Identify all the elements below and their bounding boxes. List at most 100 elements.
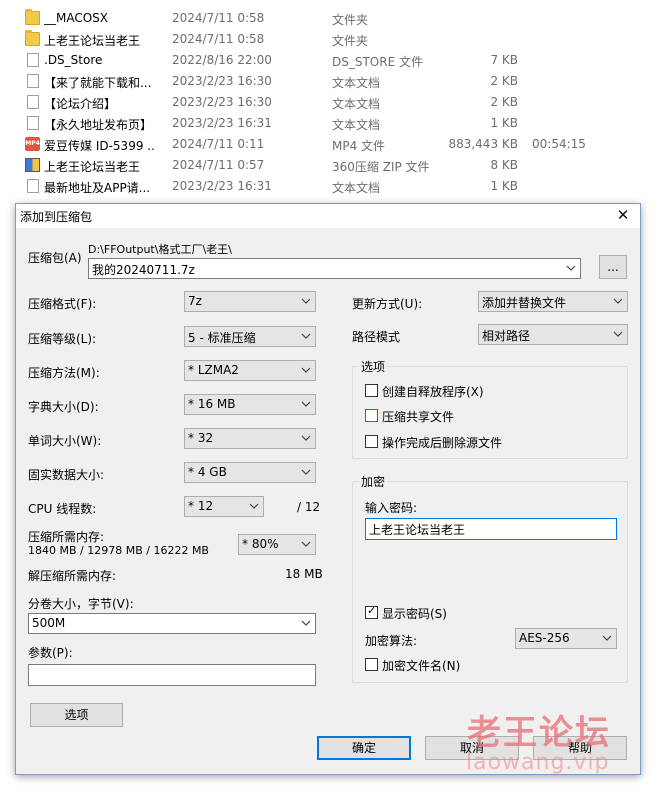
mem-percent-select[interactable]: * 80% bbox=[238, 534, 316, 555]
file-name: 最新地址及APP请... bbox=[44, 181, 151, 195]
chevron-down-icon bbox=[301, 617, 311, 629]
threads-value: * 12 bbox=[188, 499, 214, 513]
dict-value: * 16 MB bbox=[188, 397, 236, 411]
file-size: 1 KB bbox=[490, 179, 518, 193]
archive-name-combo[interactable]: 我的20240711.7z bbox=[88, 258, 581, 279]
file-date: 2023/2/23 16:31 bbox=[172, 179, 272, 193]
file-icon bbox=[27, 74, 39, 88]
algo-select[interactable]: AES-256 bbox=[515, 628, 617, 649]
file-date: 2023/2/23 16:31 bbox=[172, 116, 272, 130]
file-size: 7 KB bbox=[490, 53, 518, 67]
file-length: 00:54:15 bbox=[532, 137, 586, 151]
ok-button[interactable]: 确定 bbox=[317, 736, 411, 760]
chevron-down-icon bbox=[301, 364, 311, 376]
mp4-icon: MP4 bbox=[25, 137, 40, 151]
folder-icon bbox=[25, 9, 40, 25]
file-row[interactable]: MP4 爱豆传媒 ID-5399 ... 2024/7/11 0:11 MP4 … bbox=[0, 134, 655, 155]
file-size: 1 KB bbox=[490, 116, 518, 130]
mem-comp-label: 压缩所需内存: bbox=[28, 530, 105, 544]
method-value: * LZMA2 bbox=[188, 363, 239, 377]
dict-label: 字典大小(D): bbox=[28, 400, 99, 414]
watermark-text: 老王论坛 bbox=[467, 713, 611, 753]
chevron-down-icon bbox=[301, 538, 311, 550]
browse-button[interactable]: ... bbox=[599, 255, 627, 279]
file-type: 360压缩 ZIP 文件 bbox=[332, 160, 430, 174]
solid-label: 固实数据大小: bbox=[28, 468, 105, 482]
algo-value: AES-256 bbox=[519, 631, 570, 645]
file-date: 2023/2/23 16:30 bbox=[172, 95, 272, 109]
encryption-group-title: 加密 bbox=[359, 473, 388, 490]
word-select[interactable]: * 32 bbox=[184, 428, 316, 449]
split-value: 500M bbox=[32, 616, 66, 630]
sfx-label: 创建自释放程序(X) bbox=[382, 385, 484, 399]
show-password-label: 显示密码(S) bbox=[382, 607, 447, 621]
file-name: 上老王论坛当老王 bbox=[44, 34, 141, 48]
chevron-down-icon bbox=[301, 398, 311, 410]
level-select[interactable]: 5 - 标准压缩 bbox=[184, 326, 316, 347]
format-label: 压缩格式(F): bbox=[28, 297, 97, 311]
file-date: 2024/7/11 0:58 bbox=[172, 32, 265, 46]
path-mode-select[interactable]: 相对路径 bbox=[478, 324, 628, 345]
chevron-down-icon bbox=[613, 328, 623, 340]
file-icon bbox=[27, 116, 39, 130]
file-size: 2 KB bbox=[490, 95, 518, 109]
format-value: 7z bbox=[188, 294, 202, 308]
encrypt-names-checkbox[interactable]: 加密文件名(N) bbox=[365, 656, 565, 673]
format-select[interactable]: 7z bbox=[184, 291, 316, 312]
params-input[interactable] bbox=[28, 664, 316, 686]
dialog-title: 添加到压缩包 bbox=[20, 210, 93, 224]
file-size: 8 KB bbox=[490, 158, 518, 172]
file-type: 文本文档 bbox=[332, 97, 381, 111]
file-name: 上老王论坛当老王 bbox=[44, 160, 141, 174]
zip-icon bbox=[25, 158, 40, 172]
path-mode-label: 路径模式 bbox=[352, 330, 401, 344]
show-password-checkbox[interactable]: 显示密码(S) bbox=[365, 604, 565, 621]
update-select[interactable]: 添加并替换文件 bbox=[478, 291, 628, 312]
options-group-title: 选项 bbox=[359, 358, 388, 375]
mem-percent-value: * 80% bbox=[242, 537, 279, 551]
file-row[interactable]: 【永久地址发布页】 2023/2/23 16:31 文本文档 1 KB bbox=[0, 113, 655, 134]
file-row[interactable]: __MACOSX 2024/7/11 0:58 文件夹 bbox=[0, 8, 655, 29]
password-label: 输入密码: bbox=[365, 501, 418, 515]
close-button[interactable]: ✕ bbox=[608, 204, 638, 228]
sfx-checkbox[interactable]: 创建自释放程序(X) bbox=[365, 382, 565, 399]
password-input[interactable] bbox=[365, 518, 617, 540]
shared-files-label: 压缩共享文件 bbox=[382, 410, 455, 424]
chevron-down-icon bbox=[301, 466, 311, 478]
file-date: 2022/8/16 22:00 bbox=[172, 53, 272, 67]
dialog-titlebar[interactable]: 添加到压缩包 ✕ bbox=[16, 204, 640, 228]
file-type: 文本文档 bbox=[332, 76, 381, 90]
file-row[interactable]: 【来了就能下载和... 2023/2/23 16:30 文本文档 2 KB bbox=[0, 71, 655, 92]
file-name: 【论坛介绍】 bbox=[44, 97, 117, 111]
file-name: 爱豆传媒 ID-5399 ... bbox=[44, 139, 156, 153]
file-size: 883,443 KB bbox=[448, 137, 518, 151]
options-group: 选项 创建自释放程序(X) 压缩共享文件 操作完成后删除源文件 bbox=[352, 358, 628, 459]
file-type: 文件夹 bbox=[332, 34, 369, 48]
solid-select[interactable]: * 4 GB bbox=[184, 462, 316, 483]
password-field[interactable] bbox=[366, 519, 616, 539]
file-row[interactable]: 上老王论坛当老王 2024/7/11 0:58 文件夹 bbox=[0, 29, 655, 50]
archive-name-value: 我的20240711.7z bbox=[92, 263, 195, 277]
split-combo[interactable]: 500M bbox=[28, 613, 316, 634]
delete-after-checkbox[interactable]: 操作完成后删除源文件 bbox=[365, 433, 585, 450]
file-size: 2 KB bbox=[490, 74, 518, 88]
file-row[interactable]: 【论坛介绍】 2023/2/23 16:30 文本文档 2 KB bbox=[0, 92, 655, 113]
algo-label: 加密算法: bbox=[365, 634, 418, 648]
file-row[interactable]: .DS_Store 2022/8/16 22:00 DS_STORE 文件 7 … bbox=[0, 50, 655, 71]
file-type: 文本文档 bbox=[332, 181, 381, 195]
file-name: 【来了就能下载和... bbox=[44, 76, 152, 90]
file-row[interactable]: 最新地址及APP请... 2023/2/23 16:31 文本文档 1 KB bbox=[0, 176, 655, 197]
file-icon bbox=[27, 53, 39, 67]
threads-select[interactable]: * 12 bbox=[184, 496, 264, 517]
shared-files-checkbox[interactable]: 压缩共享文件 bbox=[365, 407, 565, 424]
method-select[interactable]: * LZMA2 bbox=[184, 360, 316, 381]
chevron-down-icon bbox=[566, 262, 576, 274]
checkbox-box bbox=[365, 409, 378, 422]
options-button[interactable]: 选项 bbox=[30, 703, 123, 727]
chevron-down-icon bbox=[301, 295, 311, 307]
params-field[interactable] bbox=[29, 665, 315, 685]
dict-select[interactable]: * 16 MB bbox=[184, 394, 316, 415]
file-icon bbox=[27, 179, 39, 193]
chevron-down-icon bbox=[602, 632, 612, 644]
file-row[interactable]: 上老王论坛当老王 2024/7/11 0:57 360压缩 ZIP 文件 8 K… bbox=[0, 155, 655, 176]
